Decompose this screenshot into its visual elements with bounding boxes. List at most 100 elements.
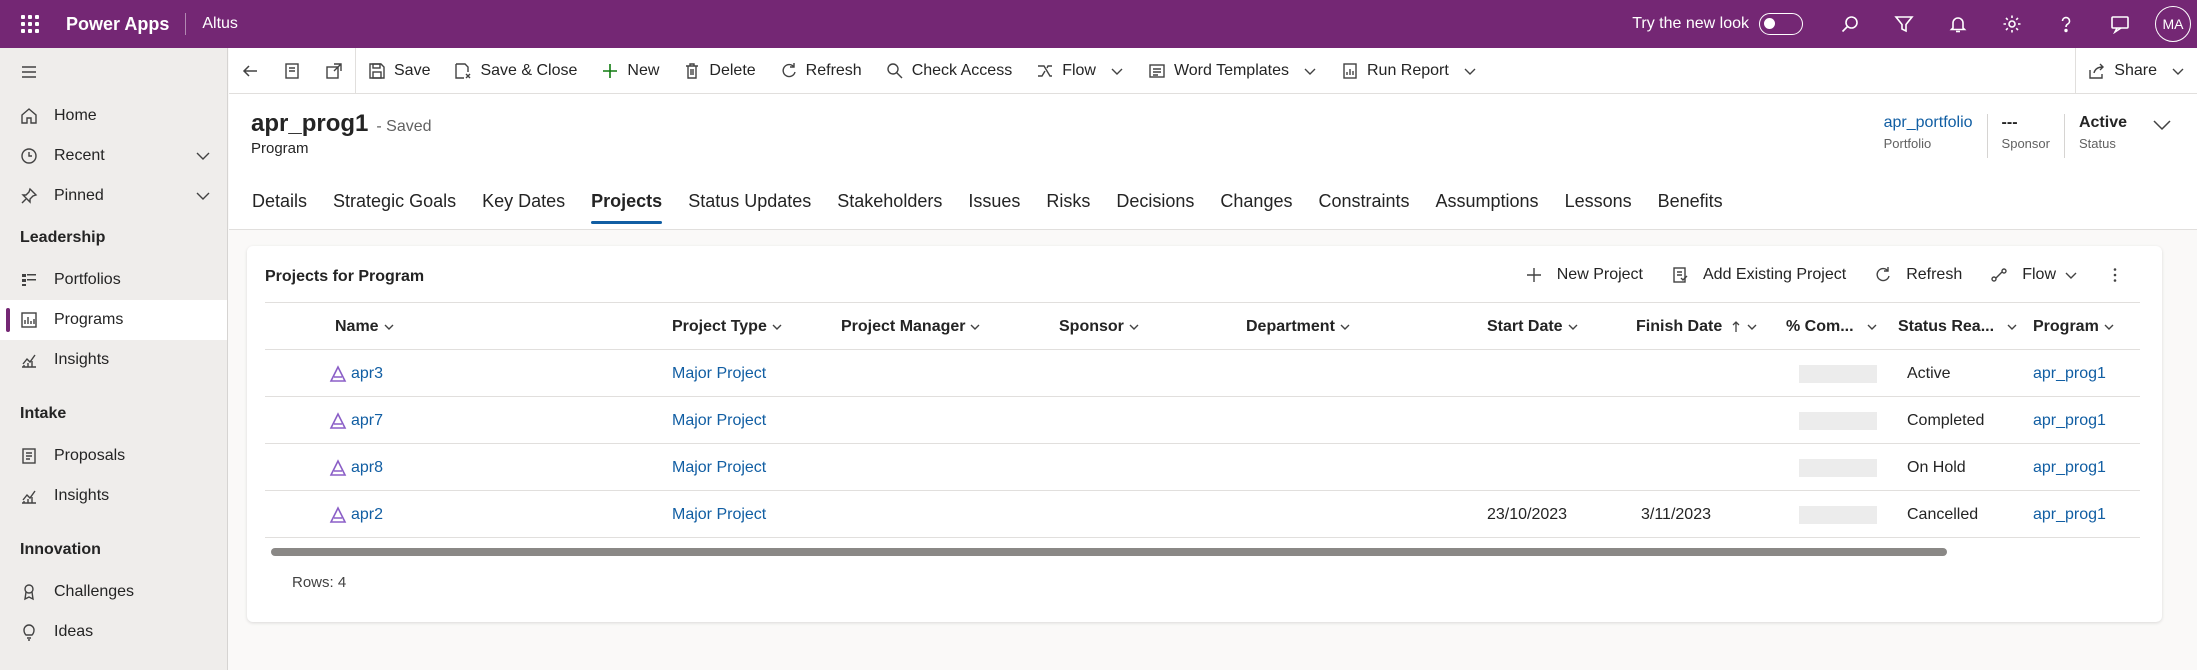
refresh-button[interactable]: Refresh: [768, 48, 874, 94]
help-button[interactable]: [2039, 0, 2093, 48]
tab-stakeholders[interactable]: Stakeholders: [824, 182, 955, 230]
subgrid-refresh-button[interactable]: Refresh: [1860, 266, 1976, 284]
tab-lessons[interactable]: Lessons: [1552, 182, 1645, 230]
run-report-button[interactable]: Run Report: [1329, 48, 1489, 94]
column-header-percent-complete[interactable]: % Com...: [1786, 303, 1878, 351]
chat-button[interactable]: [2093, 0, 2147, 48]
add-existing-project-button[interactable]: Add Existing Project: [1657, 266, 1860, 284]
delete-button[interactable]: Delete: [671, 48, 767, 94]
tab-benefits[interactable]: Benefits: [1645, 182, 1736, 230]
refresh-label: Refresh: [805, 61, 862, 79]
table-row[interactable]: apr2 Major Project 23/10/2023 3/11/2023 …: [265, 491, 2140, 538]
table-row[interactable]: apr3 Major Project Active apr_prog1: [265, 350, 2140, 397]
tab-changes[interactable]: Changes: [1207, 182, 1305, 230]
report-icon: [1343, 62, 1357, 79]
field-label: Portfolio: [1883, 136, 1932, 151]
app-name[interactable]: Altus: [186, 15, 238, 33]
flow-button[interactable]: Flow: [1024, 48, 1136, 94]
sidebar-item-pinned[interactable]: Pinned: [0, 176, 227, 216]
filter-button[interactable]: [1877, 0, 1931, 48]
sidebar-item-label: Recent: [54, 147, 105, 164]
column-header-project-type[interactable]: Project Type: [672, 303, 783, 351]
save-close-label: Save & Close: [480, 61, 578, 79]
tab-risks[interactable]: Risks: [1033, 182, 1103, 230]
portfolio-link[interactable]: apr_portfolio: [1884, 114, 1973, 132]
clock-icon: [21, 148, 37, 164]
program-link[interactable]: apr_prog1: [2033, 444, 2106, 491]
tab-strategic-goals[interactable]: Strategic Goals: [320, 182, 469, 230]
save-status: - Saved: [376, 118, 432, 135]
app-title[interactable]: Power Apps: [60, 13, 187, 35]
column-header-program[interactable]: Program: [2033, 303, 2115, 351]
column-header-project-manager[interactable]: Project Manager: [841, 303, 981, 351]
sidebar-item-challenges[interactable]: Challenges: [0, 572, 227, 612]
new-look-toggle[interactable]: [1759, 13, 1803, 35]
settings-button[interactable]: [1985, 0, 2039, 48]
column-header-finish-date[interactable]: Finish Date: [1636, 303, 1758, 351]
tab-details[interactable]: Details: [239, 182, 320, 230]
column-header-start-date[interactable]: Start Date: [1487, 303, 1579, 351]
project-name-link[interactable]: apr3: [329, 350, 383, 397]
new-button[interactable]: New: [589, 48, 671, 94]
chevron-down-icon[interactable]: [195, 148, 211, 164]
tab-projects[interactable]: Projects: [578, 182, 675, 230]
cell-text: apr2: [351, 505, 384, 523]
column-header-sponsor[interactable]: Sponsor: [1059, 303, 1140, 351]
save-button[interactable]: Save: [356, 48, 442, 94]
notifications-button[interactable]: [1931, 0, 1985, 48]
project-name-link[interactable]: apr7: [329, 397, 383, 444]
sidebar-item-portfolios[interactable]: Portfolios: [0, 260, 227, 300]
more-commands-button[interactable]: [2092, 266, 2138, 284]
project-type-link[interactable]: Major Project: [672, 350, 766, 397]
program-link[interactable]: apr_prog1: [2033, 491, 2106, 538]
search-button[interactable]: [1823, 0, 1877, 48]
check-access-label: Check Access: [911, 61, 1013, 79]
project-name-link[interactable]: apr2: [329, 491, 383, 538]
sidebar-item-recent[interactable]: Recent: [0, 136, 227, 176]
tab-key-dates[interactable]: Key Dates: [469, 182, 578, 230]
program-link[interactable]: apr_prog1: [2033, 397, 2106, 444]
project-name-link[interactable]: apr8: [329, 444, 383, 491]
sidebar-item-insights[interactable]: Insights: [0, 340, 227, 380]
project-type-link[interactable]: Major Project: [672, 491, 766, 538]
app-launcher-button[interactable]: [0, 0, 60, 48]
avatar[interactable]: MA: [2155, 6, 2191, 42]
back-button[interactable]: [229, 48, 271, 94]
tab-assumptions[interactable]: Assumptions: [1423, 182, 1552, 230]
waffle-icon: [21, 15, 39, 33]
status-reason-cell: Completed: [1907, 411, 1985, 429]
table-row[interactable]: apr7 Major Project Completed apr_prog1: [265, 397, 2140, 444]
new-project-button[interactable]: New Project: [1511, 266, 1657, 284]
project-type-link[interactable]: Major Project: [672, 444, 766, 491]
chevron-down-icon[interactable]: [2151, 114, 2173, 136]
chevron-down-icon[interactable]: [195, 188, 211, 204]
column-header-name[interactable]: Name: [335, 303, 395, 351]
save-close-button[interactable]: Save & Close: [442, 48, 589, 94]
tab-constraints[interactable]: Constraints: [1305, 182, 1422, 230]
sidebar-item-proposals[interactable]: Proposals: [0, 436, 227, 476]
check-access-button[interactable]: Check Access: [874, 48, 1024, 94]
share-button[interactable]: Share: [2076, 48, 2197, 94]
horizontal-scrollbar[interactable]: [271, 548, 1947, 556]
sidebar-toggle-button[interactable]: [0, 48, 227, 96]
program-link[interactable]: apr_prog1: [2033, 350, 2106, 397]
subgrid-flow-button[interactable]: Flow: [1976, 266, 2092, 284]
tab-issues[interactable]: Issues: [955, 182, 1033, 230]
flow-icon: [1991, 268, 2007, 282]
tab-decisions[interactable]: Decisions: [1103, 182, 1207, 230]
table-row[interactable]: apr8 Major Project On Hold apr_prog1: [265, 444, 2140, 491]
word-templates-button[interactable]: Word Templates: [1136, 48, 1329, 94]
nav-section-intake: Intake: [20, 405, 67, 422]
tab-status-updates[interactable]: Status Updates: [675, 182, 824, 230]
project-type-link[interactable]: Major Project: [672, 397, 766, 444]
sidebar-item-programs[interactable]: Programs: [0, 300, 227, 340]
sidebar-item-home[interactable]: Home: [0, 96, 227, 136]
column-header-department[interactable]: Department: [1246, 303, 1351, 351]
sidebar-item-intake-insights[interactable]: Insights: [0, 476, 227, 516]
tab-list: Details Strategic Goals Key Dates Projec…: [239, 182, 1736, 230]
form-view-button[interactable]: [271, 48, 313, 94]
sidebar-item-ideas[interactable]: Ideas: [0, 612, 227, 652]
column-header-status-reason[interactable]: Status Rea...: [1898, 303, 2018, 351]
open-new-window-button[interactable]: [313, 48, 355, 94]
search-icon: [1841, 16, 1858, 33]
